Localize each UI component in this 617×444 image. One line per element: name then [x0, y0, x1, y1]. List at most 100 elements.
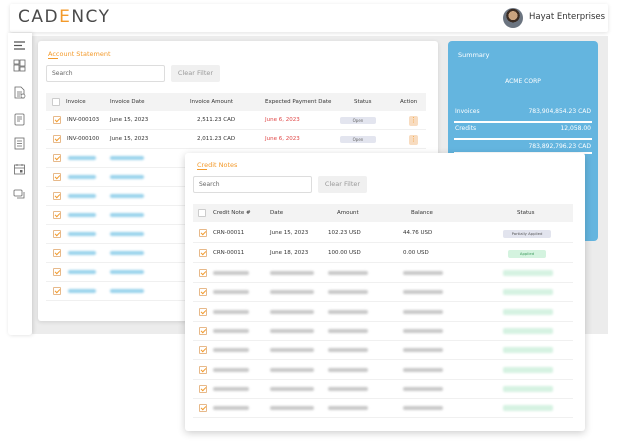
blurred-cell	[68, 194, 96, 198]
search-input[interactable]: Search	[46, 65, 165, 82]
col-status[interactable]: Status	[354, 99, 372, 105]
report-icon[interactable]	[13, 137, 26, 150]
action-menu-button[interactable]: ⋮	[409, 116, 418, 126]
row-checkbox[interactable]	[199, 288, 207, 297]
table-row[interactable]: INV-000103 June 15, 2023 2,511.23 CAD Ju…	[46, 111, 426, 130]
credit-note-number: CRN-00011	[213, 250, 245, 256]
col-action[interactable]: Action	[400, 99, 417, 105]
row-checkbox[interactable]	[199, 404, 207, 413]
table-row[interactable]: CRN-00011 June 18, 2023 100.00 USD 0.00 …	[193, 244, 573, 263]
invoice-date: June 15, 2023	[110, 136, 149, 142]
row-checkbox[interactable]	[53, 116, 61, 124]
col-date[interactable]: Date	[270, 210, 283, 216]
row-checkbox[interactable]	[53, 230, 61, 238]
row-checkbox[interactable]	[53, 173, 61, 181]
row-checkbox[interactable]	[199, 307, 207, 316]
col-credit-note[interactable]: Credit Note #	[213, 210, 251, 216]
row-checkbox[interactable]	[53, 287, 61, 295]
status-badge: Open	[340, 117, 376, 124]
table-row[interactable]: CRN-00011 June 15, 2023 102.23 USD 44.76…	[193, 224, 573, 243]
blurred-cell	[213, 271, 249, 275]
credit-balance: 44.76 USD	[403, 230, 433, 236]
blurred-cell	[213, 290, 249, 295]
blurred-cell	[270, 328, 314, 333]
row-checkbox[interactable]	[53, 211, 61, 219]
invoice-amount: 2,011.23 CAD	[197, 136, 236, 142]
dashboard-icon[interactable]	[13, 59, 26, 72]
blurred-cell	[213, 386, 249, 391]
blurred-status	[503, 270, 553, 276]
select-all-checkbox[interactable]	[198, 209, 206, 217]
table-row-placeholder[interactable]	[193, 361, 573, 380]
row-checkbox[interactable]	[199, 365, 207, 374]
select-all-checkbox[interactable]	[52, 98, 60, 106]
clear-filter-button[interactable]: Clear Filter	[171, 65, 220, 82]
col-invoice[interactable]: Invoice	[66, 99, 86, 105]
col-amount[interactable]: Amount	[337, 210, 359, 216]
credit-note-number: CRN-00011	[213, 230, 245, 236]
blurred-cell	[68, 289, 96, 293]
blurred-cell	[68, 175, 96, 179]
credit-notes-panel: Credit Notes Search Clear Filter Credit …	[185, 153, 585, 431]
summary-divider	[454, 138, 592, 140]
col-status[interactable]: Status	[517, 210, 535, 216]
row-checkbox[interactable]	[53, 135, 61, 143]
row-checkbox[interactable]	[199, 346, 207, 355]
table-row-placeholder[interactable]	[193, 399, 573, 419]
invoice-icon[interactable]	[13, 86, 26, 99]
blurred-cell	[110, 270, 144, 274]
blurred-cell	[68, 232, 96, 236]
messages-icon[interactable]	[13, 188, 26, 201]
col-expected-date[interactable]: Expected Payment Date	[265, 99, 331, 105]
table-row-placeholder[interactable]	[193, 264, 573, 283]
credit-date: June 15, 2023	[270, 230, 309, 236]
menu-icon[interactable]	[13, 39, 26, 52]
search-input[interactable]: Search	[193, 176, 312, 193]
title-underline	[197, 169, 207, 170]
row-checkbox[interactable]	[53, 249, 61, 257]
status-badge: Applied	[508, 250, 546, 258]
blurred-cell	[68, 156, 96, 160]
row-checkbox[interactable]	[53, 192, 61, 200]
expected-date: June 6, 2023	[265, 117, 300, 123]
credits-label: Credits	[455, 125, 477, 132]
company-name[interactable]: Hayat Enterprises	[529, 12, 605, 22]
blurred-cell	[270, 271, 314, 275]
cadency-logo[interactable]: CADENCY	[18, 7, 111, 27]
table-row-placeholder[interactable]	[193, 322, 573, 341]
row-checkbox[interactable]	[199, 326, 207, 335]
row-checkbox[interactable]	[53, 154, 61, 162]
row-checkbox[interactable]	[53, 268, 61, 276]
table-row[interactable]: INV-000100 June 15, 2023 2,011.23 CAD Ju…	[46, 130, 426, 149]
credit-date: June 18, 2023	[270, 250, 309, 256]
blurred-cell	[403, 348, 443, 353]
action-menu-button[interactable]: ⋮	[409, 135, 418, 145]
document-icon[interactable]	[13, 113, 26, 126]
avatar[interactable]	[503, 8, 523, 28]
row-checkbox[interactable]	[199, 229, 207, 237]
blurred-cell	[270, 290, 314, 295]
row-checkbox[interactable]	[199, 249, 207, 257]
invoices-value: 783,904,854.23 CAD	[528, 108, 591, 115]
col-invoice-date[interactable]: Invoice Date	[110, 99, 145, 105]
col-invoice-amount[interactable]: Invoice Amount	[190, 99, 233, 105]
table-row-placeholder[interactable]	[193, 303, 573, 322]
table-row-placeholder[interactable]	[193, 283, 573, 303]
blurred-cell	[110, 251, 144, 255]
summary-company: ACME CORP	[505, 78, 541, 85]
row-checkbox[interactable]	[199, 269, 207, 277]
table-row-placeholder[interactable]	[193, 341, 573, 361]
blurred-cell	[213, 406, 249, 411]
blurred-cell	[110, 156, 144, 160]
clear-filter-button[interactable]: Clear Filter	[318, 176, 367, 193]
row-checkbox[interactable]	[199, 384, 207, 393]
blurred-cell	[270, 309, 314, 314]
table-row-placeholder[interactable]	[193, 380, 573, 399]
blurred-cell	[328, 328, 368, 333]
calendar-icon[interactable]	[13, 163, 26, 176]
invoice-date: June 15, 2023	[110, 117, 149, 123]
invoice-number: INV-000100	[67, 136, 100, 142]
top-bar: CADENCY Hayat Enterprises	[10, 4, 608, 32]
sidebar	[8, 33, 32, 335]
col-balance[interactable]: Balance	[411, 210, 433, 216]
